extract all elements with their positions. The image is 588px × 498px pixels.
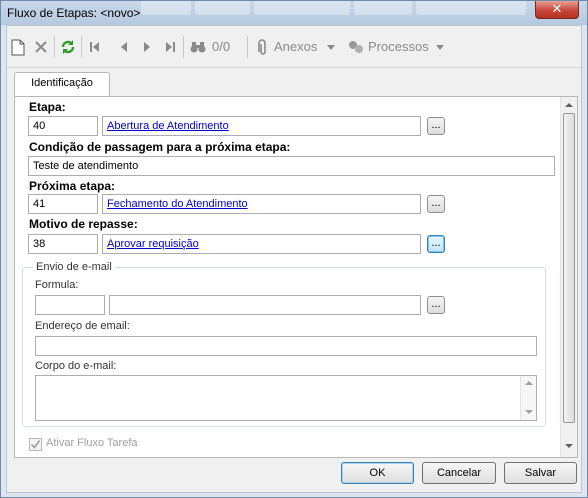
chevron-down-icon[interactable] bbox=[435, 38, 445, 56]
textarea-scrollbar[interactable] bbox=[520, 376, 536, 420]
formula-name-input[interactable] bbox=[109, 295, 421, 315]
email-address-input[interactable] bbox=[35, 336, 537, 356]
email-body-text bbox=[36, 376, 536, 380]
background-tab-ghost bbox=[195, 1, 250, 15]
formula-code-input[interactable] bbox=[35, 295, 105, 315]
etapa-lookup-button[interactable]: ... bbox=[427, 117, 445, 135]
ok-button[interactable]: OK bbox=[341, 462, 414, 484]
scrollbar-thumb[interactable] bbox=[563, 113, 575, 423]
window-title: Fluxo de Etapas: <novo> bbox=[7, 6, 141, 20]
proxima-etapa-lookup-button[interactable]: ... bbox=[427, 195, 445, 213]
last-record-icon[interactable] bbox=[164, 38, 176, 56]
new-document-icon[interactable] bbox=[11, 38, 25, 56]
motivo-repasse-code-input[interactable]: 38 bbox=[28, 234, 98, 254]
proxima-etapa-name-field[interactable]: Fechamento do Atendimento bbox=[102, 194, 421, 214]
background-tab-ghost bbox=[416, 1, 526, 15]
motivo-repasse-name-field[interactable]: Aprovar requisição bbox=[102, 234, 421, 254]
email-body-label: Corpo do e-mail: bbox=[35, 360, 117, 372]
etapa-code-input[interactable]: 40 bbox=[28, 116, 98, 136]
processes-menu[interactable]: Processos bbox=[368, 38, 429, 56]
previous-record-icon[interactable] bbox=[119, 38, 129, 56]
formula-lookup-button[interactable]: ... bbox=[427, 296, 445, 314]
next-record-icon[interactable] bbox=[142, 38, 152, 56]
proxima-etapa-label: Próxima etapa: bbox=[29, 179, 116, 193]
toolbar-separator bbox=[183, 36, 184, 58]
toolbar-separator bbox=[81, 36, 82, 58]
delete-icon[interactable] bbox=[34, 38, 48, 56]
email-group-title: Envio de e-mail bbox=[33, 261, 115, 273]
motivo-repasse-label: Motivo de repasse: bbox=[29, 217, 138, 231]
processes-icon[interactable] bbox=[347, 38, 365, 56]
background-tab-ghost bbox=[141, 1, 191, 15]
cancel-button[interactable]: Cancelar bbox=[422, 462, 496, 484]
formula-label: Formula: bbox=[35, 279, 79, 291]
tab-strip: Identificação bbox=[14, 70, 578, 96]
scroll-down-icon[interactable] bbox=[525, 410, 533, 414]
binoculars-icon[interactable] bbox=[189, 38, 207, 56]
first-record-icon[interactable] bbox=[89, 38, 101, 56]
dialog-window: Fluxo de Etapas: <novo> ✕ 0/0 Anexos Pro… bbox=[0, 0, 588, 498]
vertical-scrollbar[interactable] bbox=[560, 97, 577, 457]
checkmark-icon bbox=[30, 440, 41, 449]
ativar-fluxo-label: Ativar Fluxo Tarefa bbox=[46, 437, 138, 449]
record-position: 0/0 bbox=[212, 39, 231, 54]
ativar-fluxo-checkbox[interactable] bbox=[29, 438, 42, 451]
background-tab-ghost bbox=[254, 1, 350, 15]
attachments-menu[interactable]: Anexos bbox=[274, 38, 317, 56]
background-tab-ghost bbox=[354, 1, 412, 15]
toolbar-separator bbox=[54, 36, 55, 58]
motivo-repasse-name-link[interactable]: Aprovar requisição bbox=[107, 238, 199, 250]
etapa-name-field[interactable]: Abertura de Atendimento bbox=[102, 116, 421, 136]
refresh-icon[interactable] bbox=[60, 38, 76, 56]
scroll-up-icon[interactable] bbox=[525, 381, 533, 385]
etapa-name-link[interactable]: Abertura de Atendimento bbox=[107, 120, 229, 132]
chevron-down-icon[interactable] bbox=[326, 38, 336, 56]
close-button[interactable]: ✕ bbox=[535, 1, 579, 19]
tab-identificacao[interactable]: Identificação bbox=[14, 72, 110, 96]
title-bar[interactable]: Fluxo de Etapas: <novo> ✕ bbox=[1, 1, 587, 25]
proxima-etapa-name-link[interactable]: Fechamento do Atendimento bbox=[107, 198, 248, 210]
email-address-label: Endereço de email: bbox=[35, 320, 130, 332]
scroll-down-icon[interactable] bbox=[565, 444, 573, 448]
paperclip-icon[interactable] bbox=[255, 38, 269, 56]
close-icon: ✕ bbox=[551, 1, 563, 16]
toolbar-separator bbox=[247, 36, 248, 58]
condicao-input[interactable]: Teste de atendimento bbox=[28, 156, 555, 176]
condicao-label: Condição de passagem para a próxima etap… bbox=[29, 140, 291, 154]
scroll-up-icon[interactable] bbox=[565, 103, 573, 107]
etapa-label: Etapa: bbox=[29, 100, 66, 114]
email-body-textarea[interactable] bbox=[35, 375, 537, 421]
proxima-etapa-code-input[interactable]: 41 bbox=[28, 194, 98, 214]
motivo-repasse-lookup-button[interactable]: ... bbox=[427, 235, 445, 253]
save-button[interactable]: Salvar bbox=[504, 462, 577, 484]
toolbar: 0/0 Anexos Processos bbox=[7, 26, 581, 68]
